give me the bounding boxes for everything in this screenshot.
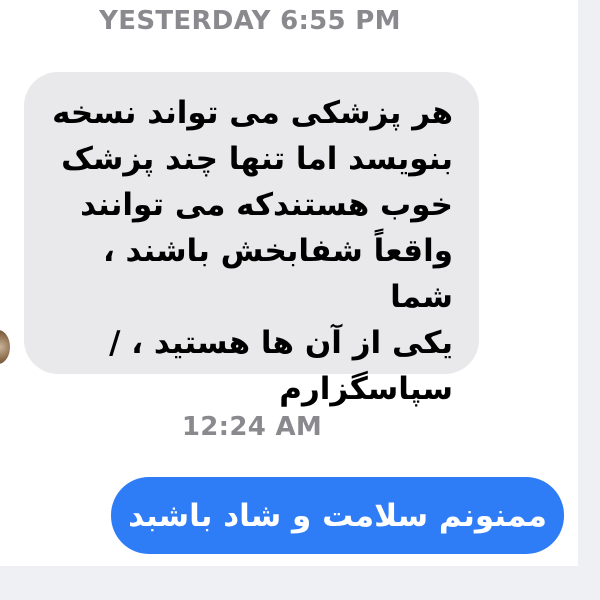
sender-avatar[interactable] (0, 330, 10, 364)
outgoing-message-bubble[interactable]: ممنونم سلامت و شاد باشبد (111, 477, 564, 554)
timestamp-yesterday: YESTERDAY 6:55 PM (99, 6, 401, 36)
bottom-edge-panel (0, 566, 600, 600)
incoming-message-text: هر پزشکی می تواند نسخه بنویسد اما تنها چ… (52, 95, 453, 407)
outgoing-message-text: ممنونم سلامت و شاد باشبد (128, 497, 547, 534)
incoming-message-bubble[interactable]: هر پزشکی می تواند نسخه بنویسد اما تنها چ… (24, 72, 479, 407)
timestamp-today: 12:24 AM (181, 412, 323, 442)
right-edge-panel (578, 0, 600, 600)
